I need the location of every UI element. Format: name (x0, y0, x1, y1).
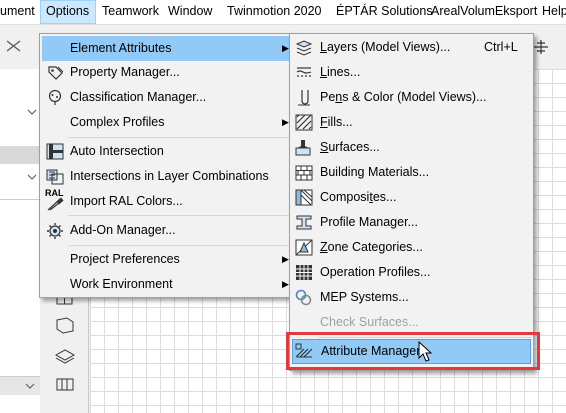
menu-item-label: Intersections in Layer Combinations (70, 169, 269, 183)
panel-row[interactable] (0, 104, 40, 122)
menu-item-zone-categories[interactable]: Zone Categories... (292, 235, 531, 260)
menu-item-label: one Categories... (327, 240, 423, 254)
menu-item-label: Work Environment (70, 277, 173, 291)
menu-item-building-materials[interactable]: Building Materials... (292, 160, 531, 185)
menu-item-label: ills... (327, 115, 353, 129)
menu-item-label: Complex Profiles (70, 115, 165, 129)
menu-item-classification-manager[interactable]: Classification Manager... (42, 85, 291, 110)
mouse-cursor-icon (418, 341, 434, 363)
menu-bar: ument Options Teamwork Window Twinmotion… (0, 0, 566, 25)
menu-item-layers[interactable]: Layers (Model Views)... Ctrl+L (292, 35, 531, 60)
menu-eptar-solutions[interactable]: ÉPTÁR Solutions (336, 0, 433, 24)
menu-item-property-manager[interactable]: Property Manager... (42, 60, 291, 85)
menu-item-project-preferences[interactable]: Project Preferences ▶ (42, 247, 291, 272)
menu-item-composites[interactable]: Composites... (292, 185, 531, 210)
navigator-panel (0, 69, 41, 413)
tool-object-icon[interactable] (54, 373, 76, 393)
menu-separator (68, 245, 291, 246)
menu-item-label: Pe (320, 90, 336, 104)
panel-row-selected[interactable] (0, 146, 40, 164)
building-materials-icon (295, 164, 313, 181)
menu-item-label: ayers (Model Views)... (326, 40, 451, 54)
menu-help[interactable]: Help (542, 0, 566, 24)
fill-icon (295, 114, 313, 131)
submenu-arrow-icon: ▶ (282, 117, 289, 127)
menu-item-label: Import RAL Colors... (70, 194, 183, 208)
menu-separator (68, 215, 291, 216)
menu-item-label-accelerator: Z (320, 240, 328, 254)
mep-icon (295, 289, 313, 306)
menu-item-label-accelerator: L (320, 40, 327, 54)
layers-icon (295, 39, 313, 56)
menu-item-label: Classification Manager... (70, 90, 207, 104)
menu-item-label: Check Surfaces... (320, 315, 419, 329)
composites-icon (295, 189, 313, 206)
menu-item-fills[interactable]: Fills... (292, 110, 531, 135)
layer-intersection-icon (46, 168, 64, 185)
menu-item-label-accelerator: L (320, 65, 327, 79)
submenu-arrow-icon: ▶ (282, 254, 289, 264)
zone-icon (295, 239, 313, 256)
toolbar-cut-icon[interactable] (6, 39, 22, 53)
toolbar-move-icon[interactable] (532, 39, 550, 55)
menu-item-lines[interactable]: Lines... (292, 60, 531, 85)
menu-item-label: Add-On Manager... (70, 223, 176, 237)
options-menu: Element Attributes ▶ Property Manager...… (39, 33, 294, 298)
intersection-icon (46, 143, 64, 160)
menu-item-label: ines... (326, 65, 361, 79)
tool-slab-icon[interactable] (54, 345, 76, 365)
menu-window[interactable]: Window (168, 0, 212, 24)
menu-item-label: Property Manager... (70, 65, 180, 79)
menu-item-label: urfaces... (328, 140, 380, 154)
menu-item-mep-systems[interactable]: MEP Systems... (292, 285, 531, 310)
lines-icon (295, 64, 313, 81)
menu-item-operation-profiles[interactable]: Operation Profiles... (292, 260, 531, 285)
highlight-callout-box (286, 332, 540, 370)
menu-item-label-accelerator: F (320, 115, 328, 129)
panel-row[interactable] (0, 169, 40, 187)
menu-item-label: Profile Manager... (320, 215, 418, 229)
tool-wall-icon[interactable] (54, 315, 76, 335)
profile-icon (295, 214, 313, 231)
tree-icon (46, 89, 64, 106)
surface-brush-icon (295, 139, 313, 156)
panel-dropdown[interactable] (0, 376, 40, 395)
menu-item-auto-intersection[interactable]: Auto Intersection (42, 139, 291, 164)
menu-item-label: Composi (320, 190, 370, 204)
menu-item-label: Operation Profiles... (320, 265, 431, 279)
menu-options[interactable]: Options (40, 0, 96, 24)
menu-item-pens-color[interactable]: Pens & Color (Model Views)... (292, 85, 531, 110)
menu-item-complex-profiles[interactable]: Complex Profiles ▶ (42, 110, 291, 135)
tag-icon (46, 64, 64, 81)
menu-item-shortcut: Ctrl+L (484, 40, 518, 54)
menu-teamwork[interactable]: Teamwork (102, 0, 159, 24)
menu-item-label: s & Color (Model Views)... (342, 90, 487, 104)
menu-item-work-environment[interactable]: Work Environment ▶ (42, 272, 291, 297)
submenu-arrow-icon: ▶ (282, 279, 289, 289)
menu-item-intersections-layer-combinations[interactable]: Intersections in Layer Combinations (42, 164, 291, 189)
menu-item-add-on-manager[interactable]: Add-On Manager... (42, 218, 291, 243)
gear-addon-icon (46, 222, 64, 239)
ral-icon: RAL (44, 188, 66, 211)
element-attributes-submenu: Layers (Model Views)... Ctrl+L Lines... … (289, 33, 534, 371)
menu-separator (68, 137, 291, 138)
menu-item-label: Element Attributes (70, 41, 172, 55)
menu-item-label: Auto Intersection (70, 144, 164, 158)
menu-twinmotion[interactable]: Twinmotion 2020 (227, 0, 322, 24)
operation-grid-icon (295, 264, 313, 281)
menu-item-element-attributes[interactable]: Element Attributes ▶ (42, 36, 291, 61)
menu-document[interactable]: ument (0, 0, 35, 24)
menu-item-label: Building Materials... (320, 165, 430, 179)
panel-divider (0, 199, 40, 200)
menu-arealvolumeksport[interactable]: ArealVolumEksport (431, 0, 537, 24)
pen-icon (295, 89, 313, 106)
menu-item-label: MEP Systems... (320, 290, 409, 304)
menu-item-surfaces[interactable]: Surfaces... (292, 135, 531, 160)
menu-item-profile-manager[interactable]: Profile Manager... (292, 210, 531, 235)
submenu-arrow-icon: ▶ (282, 43, 289, 53)
menu-item-import-ral-colors[interactable]: RAL Import RAL Colors... (42, 188, 291, 214)
menu-item-label: Project Preferences (70, 252, 180, 266)
menu-item-label: es... (372, 190, 397, 204)
